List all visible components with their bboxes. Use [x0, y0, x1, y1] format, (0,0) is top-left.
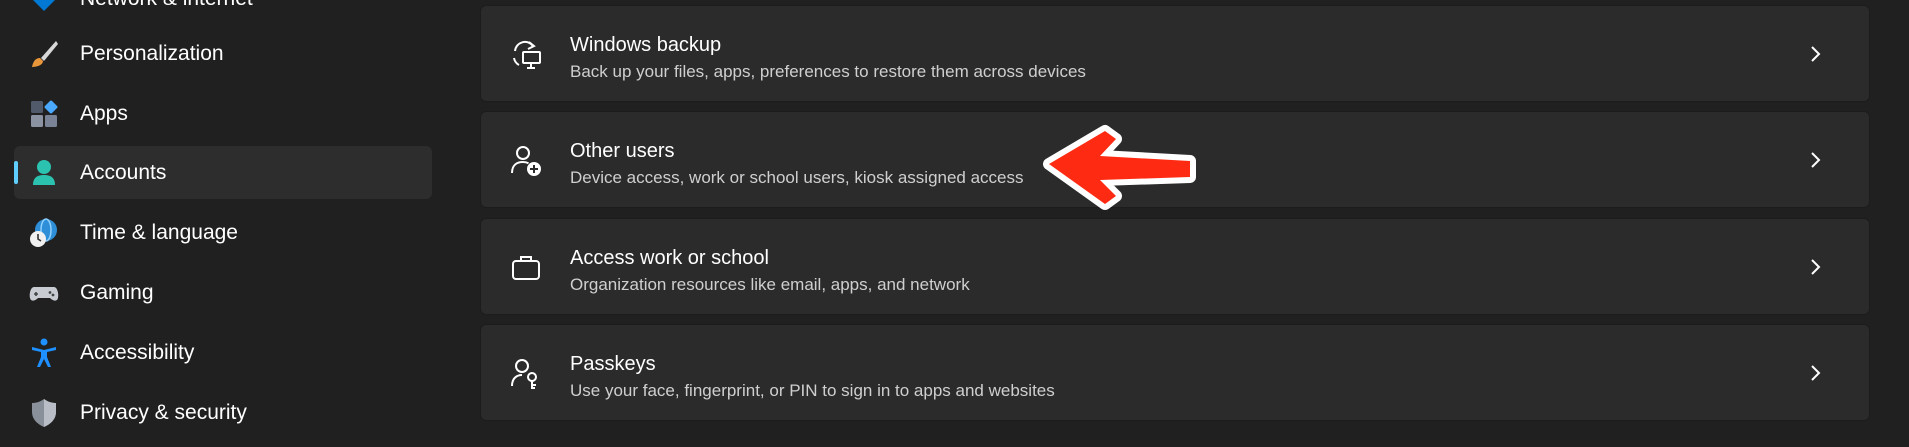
- red-arrow-pointer-icon: [1043, 125, 1196, 210]
- sidebar-item-privacy-security[interactable]: Privacy & security: [14, 386, 432, 439]
- sidebar-item-label: Network & internet: [80, 0, 253, 12]
- sidebar-item-label: Gaming: [80, 281, 154, 304]
- sidebar-item-time-language[interactable]: Time & language: [14, 206, 432, 259]
- add-user-icon: [511, 146, 541, 176]
- passkey-icon: [511, 359, 537, 389]
- chevron-right-icon: [1811, 259, 1821, 275]
- sidebar-item-label: Accessibility: [80, 341, 195, 364]
- accounts-icon: [33, 160, 55, 185]
- brush-icon: [32, 41, 58, 67]
- sidebar-item-label: Apps: [80, 102, 128, 125]
- sidebar-item-label: Accounts: [80, 161, 167, 184]
- sidebar-item-gaming[interactable]: Gaming: [14, 266, 432, 319]
- card-description: Back up your files, apps, preferences to…: [570, 62, 1086, 81]
- card-title: Windows backup: [570, 34, 722, 56]
- card-description: Device access, work or school users, kio…: [570, 168, 1024, 187]
- globe-clock-icon: [30, 218, 57, 247]
- sidebar-item-personalization[interactable]: Personalization: [14, 27, 432, 80]
- card-description: Use your face, fingerprint, or PIN to si…: [570, 381, 1055, 400]
- card-title: Passkeys: [570, 353, 656, 375]
- chevron-right-icon: [1811, 46, 1821, 62]
- windows-backup-card[interactable]: Windows backup Back up your files, apps,…: [480, 5, 1870, 102]
- card-title: Access work or school: [570, 247, 769, 269]
- sidebar-item-accounts[interactable]: Accounts: [14, 146, 432, 199]
- sidebar-item-label: Time & language: [80, 221, 238, 244]
- sidebar-item-label: Personalization: [80, 42, 224, 65]
- chevron-right-icon: [1811, 365, 1821, 381]
- sidebar-item-apps[interactable]: Apps: [14, 87, 432, 140]
- sidebar-item-label: Privacy & security: [80, 401, 247, 424]
- briefcase-icon: [512, 256, 540, 280]
- shield-icon: [32, 399, 56, 427]
- apps-icon: [31, 100, 58, 127]
- passkeys-card[interactable]: Passkeys Use your face, fingerprint, or …: [480, 324, 1870, 421]
- gamepad-icon: [29, 287, 59, 301]
- sidebar-item-network[interactable]: Network & internet: [14, 0, 432, 25]
- backup-icon: [513, 40, 541, 69]
- sidebar-item-accessibility[interactable]: Accessibility: [14, 326, 432, 379]
- card-title: Other users: [570, 140, 675, 162]
- chevron-right-icon: [1811, 152, 1821, 168]
- accessibility-icon: [32, 338, 56, 367]
- network-icon: [33, 0, 55, 11]
- sidebar-navigation: Network & internet Personalization Apps …: [0, 0, 445, 447]
- card-description: Organization resources like email, apps,…: [570, 275, 970, 294]
- access-work-school-card[interactable]: Access work or school Organization resou…: [480, 218, 1870, 315]
